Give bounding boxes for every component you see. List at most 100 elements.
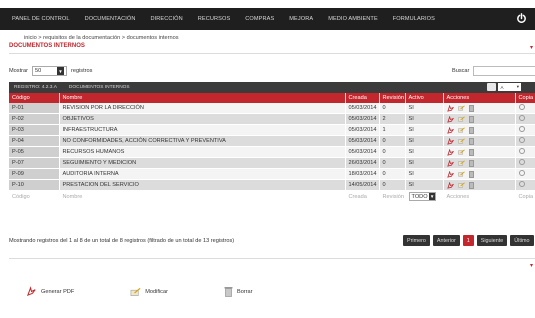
modify-label: Modificar bbox=[145, 288, 168, 295]
trash-icon[interactable] bbox=[468, 159, 474, 167]
nav-item-panel-de-control[interactable]: PANEL DE CONTROL bbox=[12, 16, 70, 22]
trash-icon[interactable] bbox=[468, 181, 474, 189]
nav-item-direccion[interactable]: DIRECCIÓN bbox=[150, 16, 182, 22]
bottom-actions: Generar PDF Modificar Borrar bbox=[26, 286, 309, 297]
page-size-control: Mostrar 50 ▼ registros bbox=[9, 66, 92, 76]
filter-revision[interactable]: Revisión bbox=[379, 190, 406, 203]
footer-divider bbox=[9, 258, 535, 259]
printer-icon[interactable] bbox=[487, 83, 497, 91]
edit-icon[interactable] bbox=[457, 127, 465, 133]
cell-copia bbox=[515, 168, 535, 180]
trash-icon[interactable] bbox=[468, 148, 474, 156]
search-input[interactable] bbox=[473, 66, 535, 76]
pdf-icon[interactable] bbox=[446, 159, 454, 167]
copy-radio[interactable] bbox=[518, 115, 525, 121]
header-activo[interactable]: Activo bbox=[405, 93, 444, 103]
nav-item-compras[interactable]: COMPRAS bbox=[245, 16, 274, 22]
cell-codigo: P-05 bbox=[9, 146, 60, 158]
copy-radio[interactable] bbox=[518, 137, 525, 143]
cell-creada: 05/03/2014 bbox=[345, 135, 380, 147]
table-row[interactable]: P-10 PRESTACION DEL SERVICIO 14/05/2014 0 SI bbox=[9, 179, 535, 191]
column-select[interactable]: A ▾ bbox=[498, 83, 521, 91]
cell-creada: 18/03/2014 bbox=[345, 168, 380, 180]
delete-button[interactable]: Borrar bbox=[224, 286, 253, 297]
cell-activo: SI bbox=[405, 124, 444, 136]
copy-radio[interactable] bbox=[518, 104, 525, 110]
chevron-down-icon[interactable]: ▾ bbox=[530, 44, 533, 51]
top-navigation-bar: PANEL DE CONTROL DOCUMENTACIÓN DIRECCIÓN… bbox=[0, 8, 535, 30]
documents-table: Código Nombre Creada Revisión Activo Acc… bbox=[9, 93, 535, 203]
filter-activo-select[interactable]: TODO ▼ bbox=[408, 192, 437, 201]
trash-icon[interactable] bbox=[468, 104, 474, 112]
table-row[interactable]: P-02 OBJETIVOS 05/03/2014 2 SI bbox=[9, 113, 535, 125]
table-row[interactable]: P-01 REVISION POR LA DIRECCIÓN 05/03/2014 0… bbox=[9, 103, 535, 114]
generate-pdf-button[interactable]: Generar PDF bbox=[26, 286, 74, 297]
edit-icon[interactable] bbox=[457, 116, 465, 122]
search-control: Buscar bbox=[452, 66, 535, 76]
pagination: Primero Anterior 1 Siguiente Último bbox=[403, 235, 535, 246]
edit-icon[interactable] bbox=[457, 149, 465, 155]
cell-codigo: P-10 bbox=[9, 179, 60, 191]
nav-item-documentacion[interactable]: DOCUMENTACIÓN bbox=[85, 16, 136, 22]
copy-radio[interactable] bbox=[518, 181, 525, 187]
table-row[interactable]: P-05 RECURSOS HUMANOS 05/03/2014 0 SI bbox=[9, 146, 535, 158]
chevron-down-icon[interactable]: ▾ bbox=[530, 262, 533, 269]
first-page-button[interactable]: Primero bbox=[403, 235, 430, 246]
cell-copia bbox=[515, 146, 535, 158]
cell-nombre: AUDITORIA INTERNA bbox=[59, 168, 346, 180]
copy-radio[interactable] bbox=[518, 159, 525, 165]
nav-item-formularios[interactable]: FORMULARIOS bbox=[393, 16, 435, 22]
nav-item-mejora[interactable]: MEJORA bbox=[289, 16, 313, 22]
copy-radio[interactable] bbox=[518, 148, 525, 154]
header-revision[interactable]: Revisión bbox=[379, 93, 406, 103]
cell-creada: 05/03/2014 bbox=[345, 124, 380, 136]
table-row[interactable]: P-09 AUDITORIA INTERNA 18/03/2014 0 SI bbox=[9, 168, 535, 180]
filter-nombre[interactable]: Nombre bbox=[59, 190, 346, 203]
row-actions bbox=[446, 136, 512, 146]
pdf-icon[interactable] bbox=[446, 148, 454, 156]
trash-icon[interactable] bbox=[468, 126, 474, 134]
header-creada[interactable]: Creada bbox=[345, 93, 380, 103]
filter-codigo[interactable]: Código bbox=[9, 190, 60, 203]
row-actions bbox=[446, 147, 512, 157]
header-nombre[interactable]: Nombre bbox=[59, 93, 346, 103]
table-row[interactable]: P-04 NO CONFORMIDADES, ACCIÓN CORRECTIVA … bbox=[9, 135, 535, 147]
power-icon[interactable] bbox=[516, 13, 527, 24]
cell-acciones bbox=[443, 103, 516, 114]
copy-radio[interactable] bbox=[518, 126, 525, 132]
cell-copia bbox=[515, 157, 535, 169]
edit-icon[interactable] bbox=[457, 105, 465, 111]
current-page-button[interactable]: 1 bbox=[462, 235, 474, 246]
edit-icon[interactable] bbox=[457, 138, 465, 144]
edit-icon[interactable] bbox=[457, 171, 465, 177]
cell-nombre: PRESTACION DEL SERVICIO bbox=[59, 179, 346, 191]
edit-icon[interactable] bbox=[457, 160, 465, 166]
trash-icon[interactable] bbox=[468, 115, 474, 123]
last-page-button[interactable]: Último bbox=[510, 235, 534, 246]
modify-button[interactable]: Modificar bbox=[130, 287, 168, 297]
pdf-icon[interactable] bbox=[446, 115, 454, 123]
edit-icon[interactable] bbox=[457, 182, 465, 188]
filter-creada[interactable]: Creada bbox=[345, 190, 380, 203]
nav-item-recursos[interactable]: RECURSOS bbox=[198, 16, 231, 22]
table-row[interactable]: P-03 INFRAESTRUCTURA 05/03/2014 1 SI bbox=[9, 124, 535, 136]
nav-item-medio-ambiente[interactable]: MEDIO AMBIENTE bbox=[328, 16, 378, 22]
previous-page-button[interactable]: Anterior bbox=[432, 235, 460, 246]
trash-icon[interactable] bbox=[468, 137, 474, 145]
trash-icon[interactable] bbox=[468, 170, 474, 178]
cell-acciones bbox=[443, 157, 516, 169]
pdf-icon[interactable] bbox=[446, 126, 454, 134]
cell-activo: SI bbox=[405, 146, 444, 158]
page-size-select[interactable]: 50 ▼ bbox=[31, 66, 67, 76]
pdf-icon[interactable] bbox=[446, 104, 454, 112]
header-acciones: Acciones bbox=[443, 93, 516, 103]
pdf-icon[interactable] bbox=[446, 137, 454, 145]
column-select-value: A bbox=[500, 84, 504, 90]
cell-activo: SI bbox=[405, 168, 444, 180]
pdf-icon[interactable] bbox=[446, 170, 454, 178]
header-codigo[interactable]: Código bbox=[9, 93, 60, 103]
pdf-icon[interactable] bbox=[446, 181, 454, 189]
copy-radio[interactable] bbox=[518, 170, 525, 176]
table-row[interactable]: P-07 SEGUIMIENTO Y MEDICION 26/03/2014 0 SI bbox=[9, 157, 535, 169]
next-page-button[interactable]: Siguiente bbox=[476, 235, 508, 246]
